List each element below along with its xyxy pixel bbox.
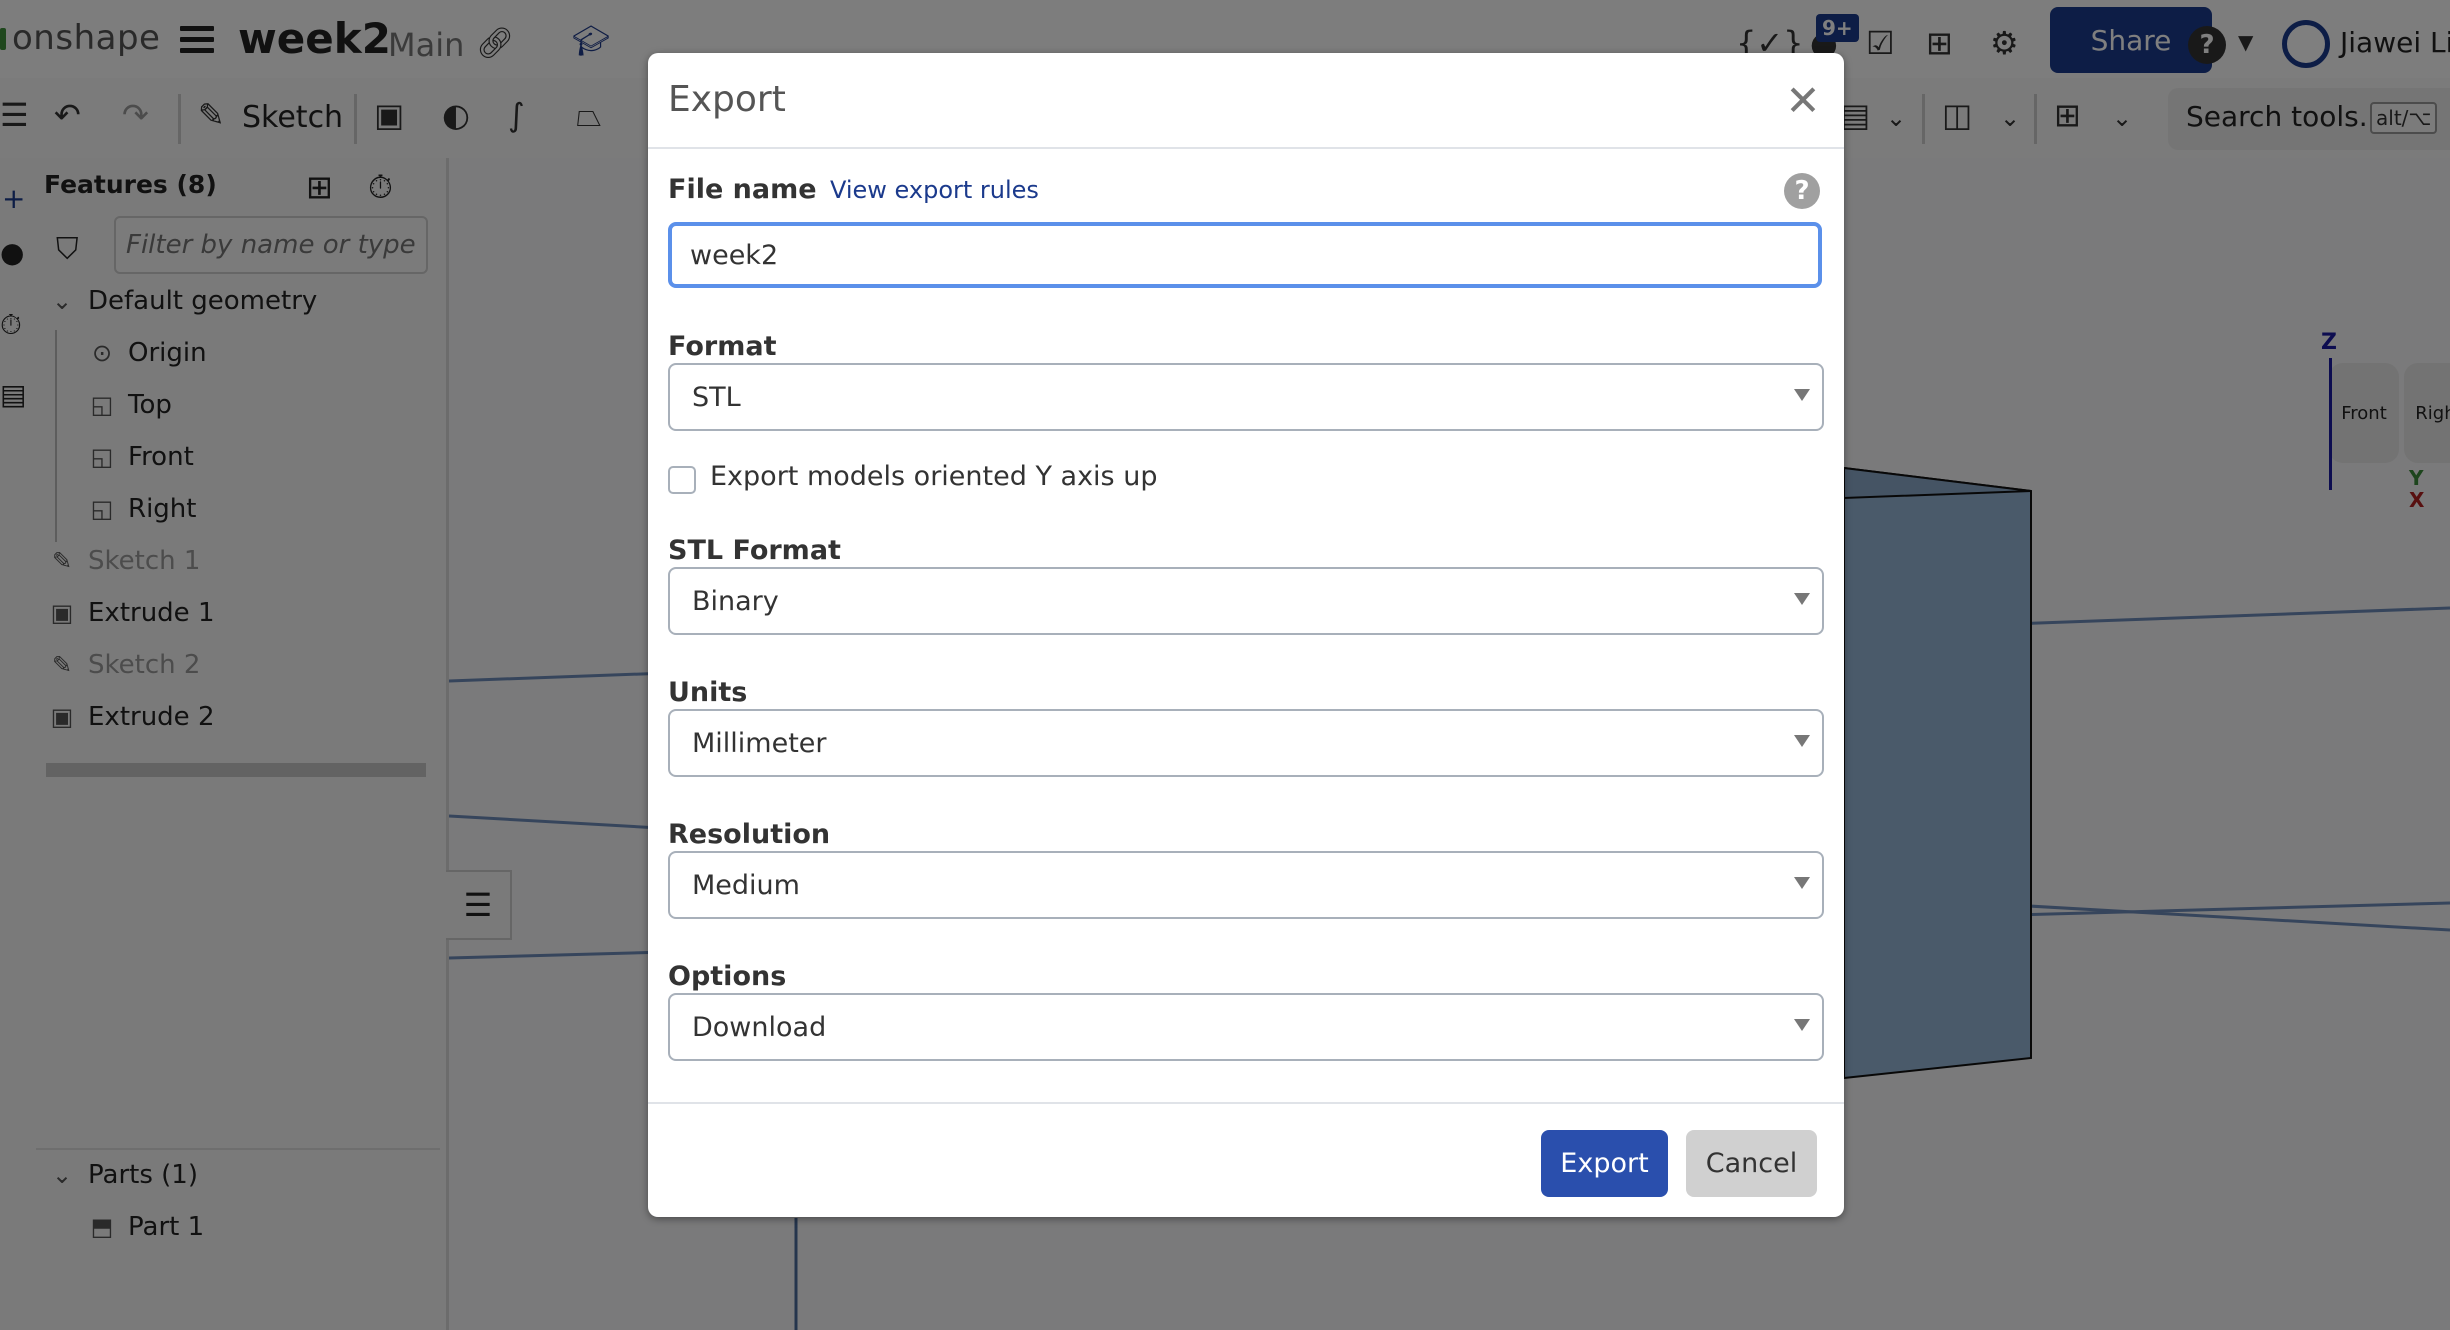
y-axis-up-checkbox[interactable] — [668, 466, 696, 494]
caret-down-icon — [1794, 877, 1810, 889]
resolution-select-value: Medium — [692, 869, 800, 901]
caret-down-icon — [1794, 1019, 1810, 1031]
format-label: Format — [668, 331, 777, 362]
caret-down-icon — [1794, 735, 1810, 747]
cancel-button[interactable]: Cancel — [1686, 1130, 1817, 1197]
file-name-input[interactable] — [668, 222, 1822, 288]
close-icon: ✕ — [1785, 75, 1821, 125]
y-axis-up-label[interactable]: Export models oriented Y axis up — [710, 461, 1157, 492]
options-label: Options — [668, 961, 787, 992]
dialog-title: Export — [668, 79, 786, 120]
stl-format-select[interactable]: Binary — [668, 567, 1824, 635]
units-select[interactable]: Millimeter — [668, 709, 1824, 777]
stl-format-label: STL Format — [668, 535, 841, 566]
resolution-select[interactable]: Medium — [668, 851, 1824, 919]
export-button[interactable]: Export — [1541, 1130, 1668, 1197]
file-name-label: File name View export rules — [668, 174, 1039, 205]
view-export-rules-link[interactable]: View export rules — [830, 176, 1039, 204]
header-divider — [648, 147, 1844, 149]
options-select[interactable]: Download — [668, 993, 1824, 1061]
options-select-value: Download — [692, 1011, 827, 1043]
format-select[interactable]: STL — [668, 363, 1824, 431]
stl-format-select-value: Binary — [692, 585, 779, 617]
format-select-value: STL — [692, 381, 741, 413]
export-dialog: Export ✕ File name View export rules ? F… — [648, 53, 1844, 1217]
units-label: Units — [668, 677, 748, 708]
close-button[interactable]: ✕ — [1778, 75, 1828, 125]
resolution-label: Resolution — [668, 819, 831, 850]
help-icon[interactable]: ? — [1784, 173, 1820, 209]
caret-down-icon — [1794, 389, 1810, 401]
caret-down-icon — [1794, 593, 1810, 605]
units-select-value: Millimeter — [692, 727, 827, 759]
footer-divider — [648, 1102, 1844, 1104]
file-name-label-text: File name — [668, 174, 817, 205]
